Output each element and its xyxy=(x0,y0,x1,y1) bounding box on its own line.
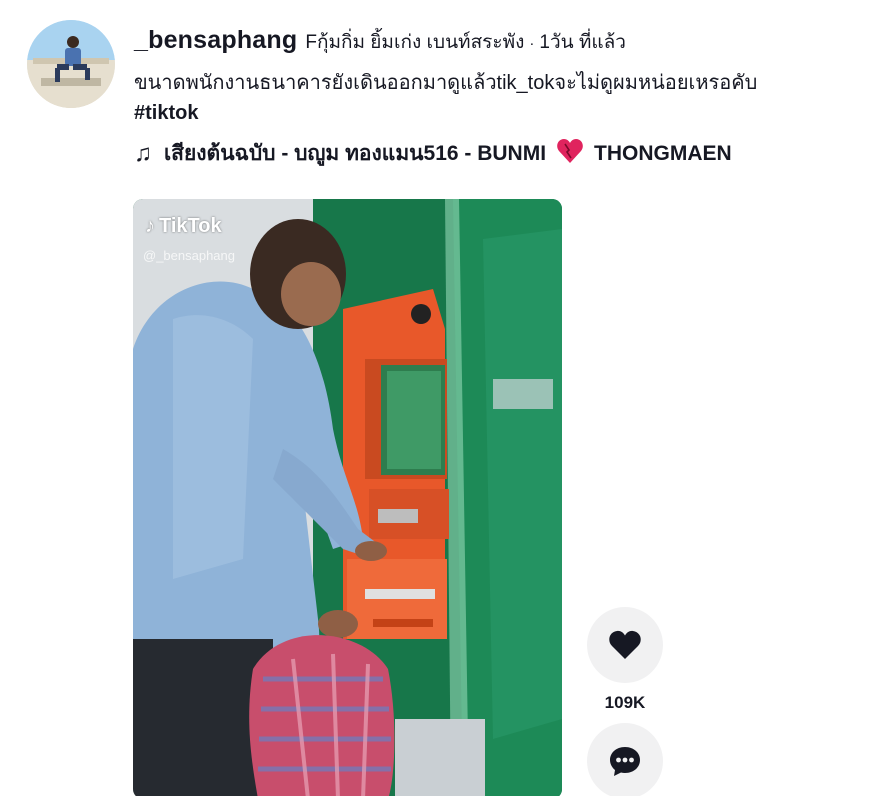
tiktok-logo-icon: ♪ xyxy=(145,215,155,237)
heart-emoji-icon xyxy=(556,138,584,170)
action-bar: 109K xyxy=(587,607,663,796)
post-time: 1วัน ที่แล้ว xyxy=(539,32,626,53)
caption-text: ขนาดพนักงานธนาคารยังเดินออกมาดูแล้วtik_t… xyxy=(134,72,758,94)
video-frame xyxy=(133,199,562,796)
author-row: _bensaphang Fกุ้มกิ่ม ยิ้มเก่ง เบนท์สระพ… xyxy=(134,26,864,57)
tiktok-post: _bensaphang Fกุ้มกิ่ม ยิ้มเก่ง เบนท์สระพ… xyxy=(0,0,873,796)
music-title-part1: เสียงต้นฉบับ - บญูม ทองแมน516 - BUNMI xyxy=(164,142,547,165)
like-count: 109K xyxy=(604,693,646,712)
watermark-username: @_bensaphang xyxy=(143,248,235,263)
nickname: Fกุ้มกิ่ม ยิ้มเก่ง เบนท์สระพัง xyxy=(305,32,525,53)
music-link[interactable]: ♫ เสียงต้นฉบับ - บญูม ทองแมน516 - BUNMI … xyxy=(134,137,864,170)
comment-icon xyxy=(610,747,640,776)
music-title-part2: THONGMAEN xyxy=(594,141,732,165)
tiktok-watermark: ♪ TikTok xyxy=(145,215,222,238)
heart-icon xyxy=(609,630,641,659)
comment-button[interactable] xyxy=(587,723,663,796)
hashtag-link[interactable]: #tiktok xyxy=(134,99,864,127)
post-meta: _bensaphang Fกุ้มกิ่ม ยิ้มเก่ง เบนท์สระพ… xyxy=(134,26,864,170)
username-link[interactable]: _bensaphang xyxy=(134,26,297,55)
watermark-brand: TikTok xyxy=(159,215,222,237)
avatar[interactable] xyxy=(27,20,115,108)
caption: ขนาดพนักงานธนาคารยังเดินออกมาดูแล้วtik_t… xyxy=(134,67,864,127)
video-player[interactable]: ♪ TikTok @_bensaphang xyxy=(133,199,562,796)
separator-dot: · xyxy=(529,35,535,52)
like-button[interactable] xyxy=(587,607,663,683)
music-note-icon: ♫ xyxy=(134,139,152,167)
avatar-photo xyxy=(27,20,115,108)
